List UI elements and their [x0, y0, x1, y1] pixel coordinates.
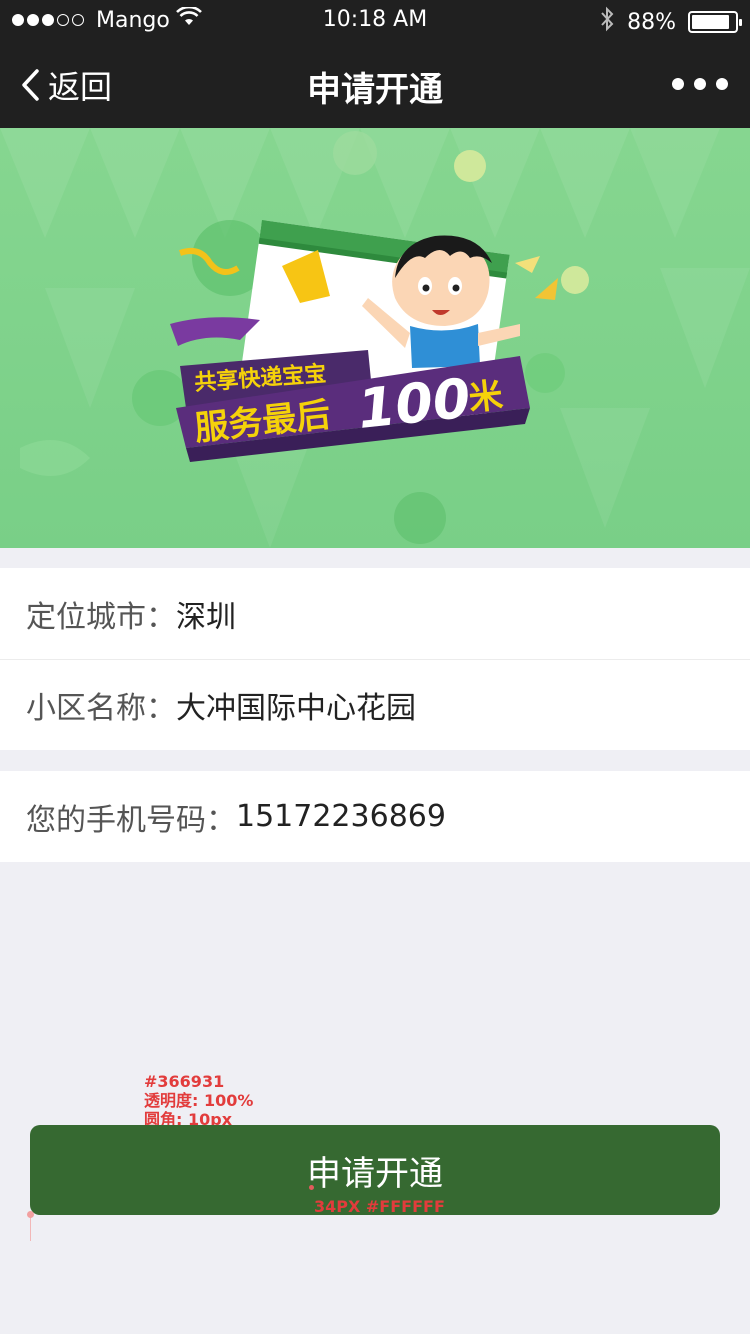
banner-number: 100 [355, 366, 474, 440]
community-value: 大冲国际中心花园 [176, 691, 416, 726]
battery-percent: 88% [627, 9, 676, 35]
design-spec-annotation: #366931 透明度: 100% 圆角: 10px [144, 1072, 253, 1129]
community-row[interactable]: 小区名称： 大冲国际中心花园 [0, 659, 750, 750]
phone-group: 您的手机号码： 15172236869 [0, 771, 750, 862]
page-title: 申请开通 [307, 70, 443, 110]
spec-font: 34PX #FFFFFF [314, 1197, 445, 1216]
navigation-bar: 返回 申请开通 [0, 40, 750, 128]
banner-illustration: 共享快递宝宝 服务最后 100 米 [0, 128, 750, 548]
phone-label: 您的手机号码： [26, 802, 236, 838]
battery-icon [688, 11, 742, 33]
bluetooth-icon [599, 6, 615, 38]
phone-field[interactable]: 15172236869 [236, 799, 446, 834]
top-bar: Mango 10:18 AM 88% 返回 申请开通 [0, 0, 750, 128]
spec-opacity: 透明度: 100% [144, 1091, 254, 1110]
city-value: 深圳 [176, 599, 236, 635]
spec-marker-dot-small [309, 1185, 314, 1190]
location-group: 定位城市： 深圳 小区名称： 大冲国际中心花园 [0, 568, 750, 750]
spec-marker-line [30, 1215, 31, 1241]
banner-unit: 米 [467, 376, 505, 419]
more-dots-icon[interactable] [672, 78, 728, 90]
community-label: 小区名称： [26, 691, 176, 726]
phone-row[interactable]: 您的手机号码： 15172236869 [0, 771, 750, 862]
city-row[interactable]: 定位城市： 深圳 [0, 568, 750, 659]
status-right: 88% [599, 6, 742, 38]
status-bar: Mango 10:18 AM 88% [0, 0, 750, 40]
spec-marker-dot [27, 1211, 34, 1218]
promo-banner: 共享快递宝宝 服务最后 100 米 [0, 128, 750, 548]
spec-color: #366931 [144, 1072, 225, 1091]
city-label: 定位城市： [26, 599, 176, 635]
